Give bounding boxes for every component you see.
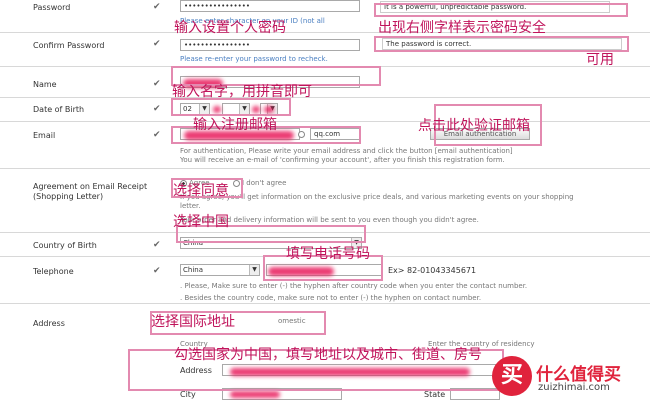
annotation-enter-name: 输入名字，用拼音即可 xyxy=(172,84,312,100)
email-help-line2: You will receive an e-mail of 'confirmin… xyxy=(180,156,505,164)
annotation-right-side-line2: 可用 xyxy=(586,52,614,68)
check-icon: ✔ xyxy=(153,130,161,140)
annotation-box-dob xyxy=(171,98,291,116)
confirm-password-hint: Please re-enter your password to recheck… xyxy=(180,55,328,63)
annotation-select-intl-address: 选择国际地址 xyxy=(151,314,235,330)
annotation-set-password: 输入设置个人密码 xyxy=(174,20,286,36)
address-label: Address xyxy=(33,319,65,328)
check-icon: ✔ xyxy=(153,266,161,276)
email-help-line1: For authentication, Please write your em… xyxy=(180,147,513,155)
name-label: Name xyxy=(33,80,57,89)
agreement-label-line1: Agreement on Email Receipt xyxy=(33,182,148,191)
annotation-select-china: 选择中国 xyxy=(173,214,229,230)
check-icon: ✔ xyxy=(153,104,161,114)
annotation-select-agree: 选择同意 xyxy=(173,183,229,199)
telephone-note1: . Please, Make sure to enter (-) the hyp… xyxy=(180,282,528,290)
brand-url: zuizhimai.com xyxy=(538,382,610,393)
telephone-note2: . Besides the country code, make sure no… xyxy=(180,294,482,302)
telephone-country-select[interactable]: China ▼ xyxy=(180,264,260,276)
check-icon: ✔ xyxy=(153,39,161,49)
confirm-password-input[interactable]: •••••••••••••••• xyxy=(180,39,360,51)
agreement-desc-line2: letter. xyxy=(180,202,201,210)
annotation-box-password-status xyxy=(374,3,628,17)
password-label: Password xyxy=(33,3,71,12)
annotation-box-name xyxy=(171,66,381,86)
annotation-fill-address: 勾选国家为中国，填写地址以及城市、街道、房号 xyxy=(174,347,482,363)
agreement-row: Agreement on Email Receipt (Shopping Let… xyxy=(0,169,650,233)
annotation-fill-phone: 填写电话号码 xyxy=(286,246,370,262)
annotation-click-verify: 点击此处验证邮箱 xyxy=(418,118,530,134)
annotation-box-confirm-status xyxy=(374,36,629,52)
state-field-label: State xyxy=(424,390,446,399)
chevron-down-icon: ▼ xyxy=(249,265,259,275)
check-icon: ✔ xyxy=(153,79,161,89)
dob-row: Date of Birth ✔ 02▼ ▼ ▼ xyxy=(0,98,650,122)
city-field-label: City xyxy=(180,390,196,399)
telephone-label: Telephone xyxy=(33,267,74,276)
confirm-password-label: Confirm Password xyxy=(33,41,105,50)
site-watermark: 买 什么值得买 zuizhimai.com xyxy=(490,354,650,400)
check-icon: ✔ xyxy=(153,2,161,12)
brand-logo-icon: 买 xyxy=(492,356,532,396)
annotation-right-side-line1: 出现右侧字样表示密码安全 xyxy=(378,20,546,36)
check-icon: ✔ xyxy=(153,240,161,250)
telephone-example: Ex> 82-01043345671 xyxy=(388,266,477,275)
password-input[interactable]: •••••••••••••••• xyxy=(180,0,360,12)
dob-label: Date of Birth xyxy=(33,105,85,114)
annotation-enter-email: 输入注册邮箱 xyxy=(193,117,277,133)
agreement-label-line2: (Shopping Letter) xyxy=(33,192,104,201)
country-of-birth-label: Country of Birth xyxy=(33,241,97,250)
redaction-city xyxy=(230,391,280,398)
email-label: Email xyxy=(33,131,56,140)
